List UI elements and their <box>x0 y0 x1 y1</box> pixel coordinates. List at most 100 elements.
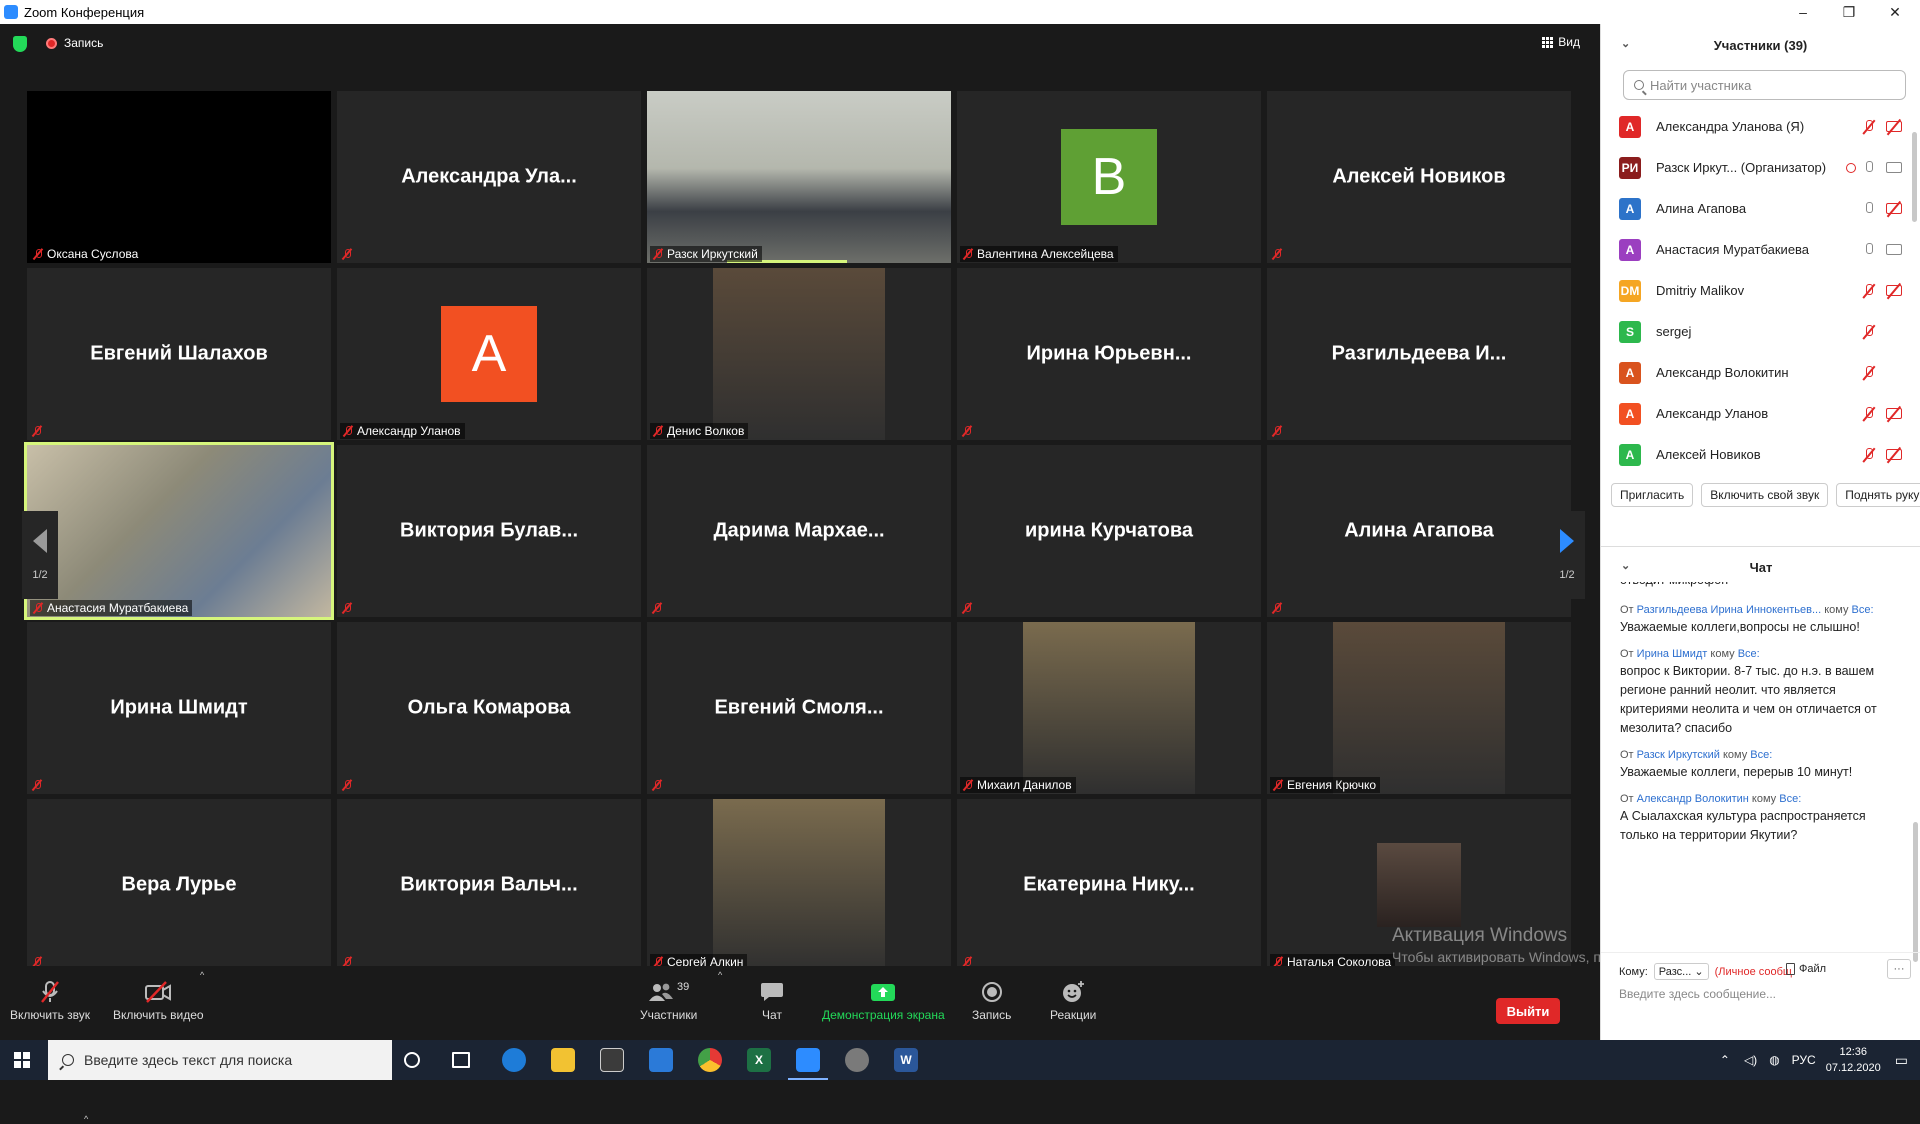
notifications-icon[interactable]: ▭ <box>1895 1052 1908 1069</box>
chat-recipient-select[interactable]: Разс... ⌄ <box>1653 963 1709 980</box>
mail-icon[interactable] <box>649 1048 673 1072</box>
video-tile[interactable]: Виктория Булав... <box>337 445 641 617</box>
chat-to[interactable]: Все: <box>1852 604 1874 616</box>
video-tile[interactable]: ирина Курчатова <box>957 445 1261 617</box>
participant-photo <box>1377 843 1461 927</box>
language-indicator[interactable]: РУС <box>1792 1053 1816 1067</box>
participant-search-input[interactable]: Найти участника <box>1623 70 1906 100</box>
windows-start-icon[interactable] <box>14 1052 30 1068</box>
previous-page-button[interactable]: 1/2 <box>22 511 58 599</box>
zoom-taskbar-icon[interactable] <box>788 1048 828 1080</box>
participant-row[interactable]: А Анастасия Муратбакиева <box>1601 229 1920 270</box>
leave-meeting-button[interactable]: Выйти <box>1496 998 1560 1024</box>
invite-button[interactable]: Пригласить <box>1611 483 1694 507</box>
video-tile[interactable]: Ольга Комарова <box>337 622 641 794</box>
participant-row[interactable]: РИ Разск Иркут... (Организатор) <box>1601 147 1920 188</box>
start-video-button[interactable]: Включить видео <box>113 980 204 1022</box>
video-tile[interactable]: В Валентина Алексейцева <box>957 91 1261 263</box>
participants-caret-icon[interactable]: ^ <box>718 970 722 980</box>
video-tile[interactable]: Екатерина Нику... <box>957 799 1261 971</box>
video-tile[interactable]: Ирина Шмидт <box>27 622 331 794</box>
video-tile[interactable]: Виктория Вальч... <box>337 799 641 971</box>
chat-from[interactable]: Ирина Шмидт <box>1637 648 1708 660</box>
volume-icon[interactable]: ◁) <box>1744 1053 1757 1067</box>
view-button-label: Вид <box>1558 35 1580 49</box>
video-tile[interactable]: Алексей Новиков <box>1267 91 1571 263</box>
chat-more-button[interactable]: ··· <box>1887 959 1911 979</box>
word-icon[interactable]: W <box>894 1048 918 1072</box>
audio-options-caret-icon[interactable]: ^ <box>84 1114 88 1124</box>
file-explorer-icon[interactable] <box>551 1048 575 1072</box>
participant-row[interactable]: Ssergej <box>1601 311 1920 352</box>
network-globe-icon[interactable]: ◍ <box>1769 1053 1779 1067</box>
raise-hand-button[interactable]: Поднять руку <box>1836 483 1920 507</box>
view-button[interactable]: Вид <box>1542 35 1580 49</box>
participant-row[interactable]: А Александра Уланова (Я) <box>1601 106 1920 147</box>
video-tile[interactable]: Анастасия Муратбакиева <box>24 442 334 620</box>
microphone-icon <box>1864 160 1874 175</box>
file-button[interactable]: Файл <box>1786 963 1826 975</box>
chat-message-text: вопрос к Виктории. 8-7 тыс. до н.э. в ва… <box>1620 664 1877 735</box>
paint-icon[interactable] <box>845 1048 869 1072</box>
video-tile[interactable]: Алина Агапова <box>1267 445 1571 617</box>
chat-from[interactable]: Разгильдеева Ирина Иннокентьев... <box>1637 604 1821 616</box>
tray-chevron-icon[interactable]: ⌃ <box>1720 1053 1730 1067</box>
participant-row[interactable]: А Александр Волокитин <box>1601 352 1920 393</box>
chat-message-input[interactable]: Введите здесь сообщение... <box>1619 987 1776 1001</box>
security-shield-icon[interactable] <box>13 36 27 52</box>
participant-row[interactable]: DM Dmitriy Malikov <box>1601 270 1920 311</box>
video-tile[interactable]: Ирина Юрьевн... <box>957 268 1261 440</box>
chat-from[interactable]: Разск Иркутский <box>1637 749 1720 761</box>
participant-row[interactable]: А Александр Уланов <box>1601 393 1920 434</box>
video-tile[interactable]: Сергей Алкин <box>647 799 951 971</box>
edge-browser-icon[interactable] <box>502 1048 526 1072</box>
participant-status-icons <box>1864 406 1902 421</box>
video-tile[interactable]: Денис Волков <box>647 268 951 440</box>
unmute-self-button[interactable]: Включить свой звук <box>1701 483 1829 507</box>
participant-list-scrollbar[interactable] <box>1912 132 1917 222</box>
collapse-chevron-icon[interactable]: ⌄ <box>1621 37 1630 50</box>
chat-to[interactable]: Все: <box>1750 749 1772 761</box>
record-button[interactable]: Запись <box>972 980 1011 1022</box>
microphone-muted-icon <box>1864 365 1874 380</box>
video-options-caret-icon[interactable]: ^ <box>200 970 204 980</box>
participant-avatar: А <box>1619 361 1641 384</box>
video-tile[interactable]: Разск Иркутский <box>647 91 951 263</box>
minimize-button[interactable]: – <box>1780 0 1826 24</box>
video-tile[interactable]: А Александр Уланов <box>337 268 641 440</box>
video-tile[interactable]: Оксана Суслова <box>27 91 331 263</box>
cortana-icon[interactable] <box>404 1052 420 1068</box>
video-tile[interactable]: Александра Ула... <box>337 91 641 263</box>
task-view-icon[interactable] <box>452 1052 470 1068</box>
participant-row[interactable]: А Алина Агапова <box>1601 188 1920 229</box>
chat-to[interactable]: Все: <box>1779 793 1801 805</box>
chat-to-prefix: кому <box>1824 604 1849 616</box>
unmute-button[interactable]: Включить звук <box>10 980 90 1022</box>
video-tile[interactable]: Евгений Смоля... <box>647 622 951 794</box>
chat-button[interactable]: Чат <box>760 980 784 1022</box>
video-tile[interactable]: Михаил Данилов <box>957 622 1261 794</box>
reactions-button[interactable]: Реакции <box>1050 980 1096 1022</box>
chrome-icon[interactable] <box>698 1048 722 1072</box>
video-tile[interactable]: Разгильдеева И... <box>1267 268 1571 440</box>
video-tile[interactable]: Евгения Крючко <box>1267 622 1571 794</box>
taskbar-search-input[interactable]: Введите здесь текст для поиска <box>48 1040 392 1080</box>
participant-row[interactable]: А Алексей Новиков <box>1601 434 1920 475</box>
next-page-button[interactable]: 1/2 <box>1549 511 1585 599</box>
close-button[interactable]: ✕ <box>1872 0 1918 24</box>
chat-message-text: Уважаемые коллеги,вопросы не слышно! <box>1620 620 1860 634</box>
excel-icon[interactable]: X <box>747 1048 771 1072</box>
video-tile[interactable]: Евгений Шалахов <box>27 268 331 440</box>
store-icon[interactable] <box>600 1048 624 1072</box>
share-screen-button[interactable]: Демонстрация экрана <box>822 980 945 1022</box>
participant-status-icons <box>1864 283 1902 298</box>
chat-scrollbar[interactable] <box>1913 822 1918 962</box>
video-tile[interactable]: Дарима Мархае... <box>647 445 951 617</box>
maximize-button[interactable]: ❐ <box>1826 0 1872 24</box>
video-tile[interactable]: Вера Лурье <box>27 799 331 971</box>
chat-from[interactable]: Александр Волокитин <box>1637 793 1749 805</box>
chat-collapse-chevron-icon[interactable]: ⌄ <box>1621 559 1630 572</box>
participants-button[interactable]: 39 Участники <box>640 980 697 1022</box>
chat-to[interactable]: Все: <box>1738 648 1760 660</box>
taskbar-clock[interactable]: 12:36 07.12.2020 <box>1826 1044 1881 1076</box>
